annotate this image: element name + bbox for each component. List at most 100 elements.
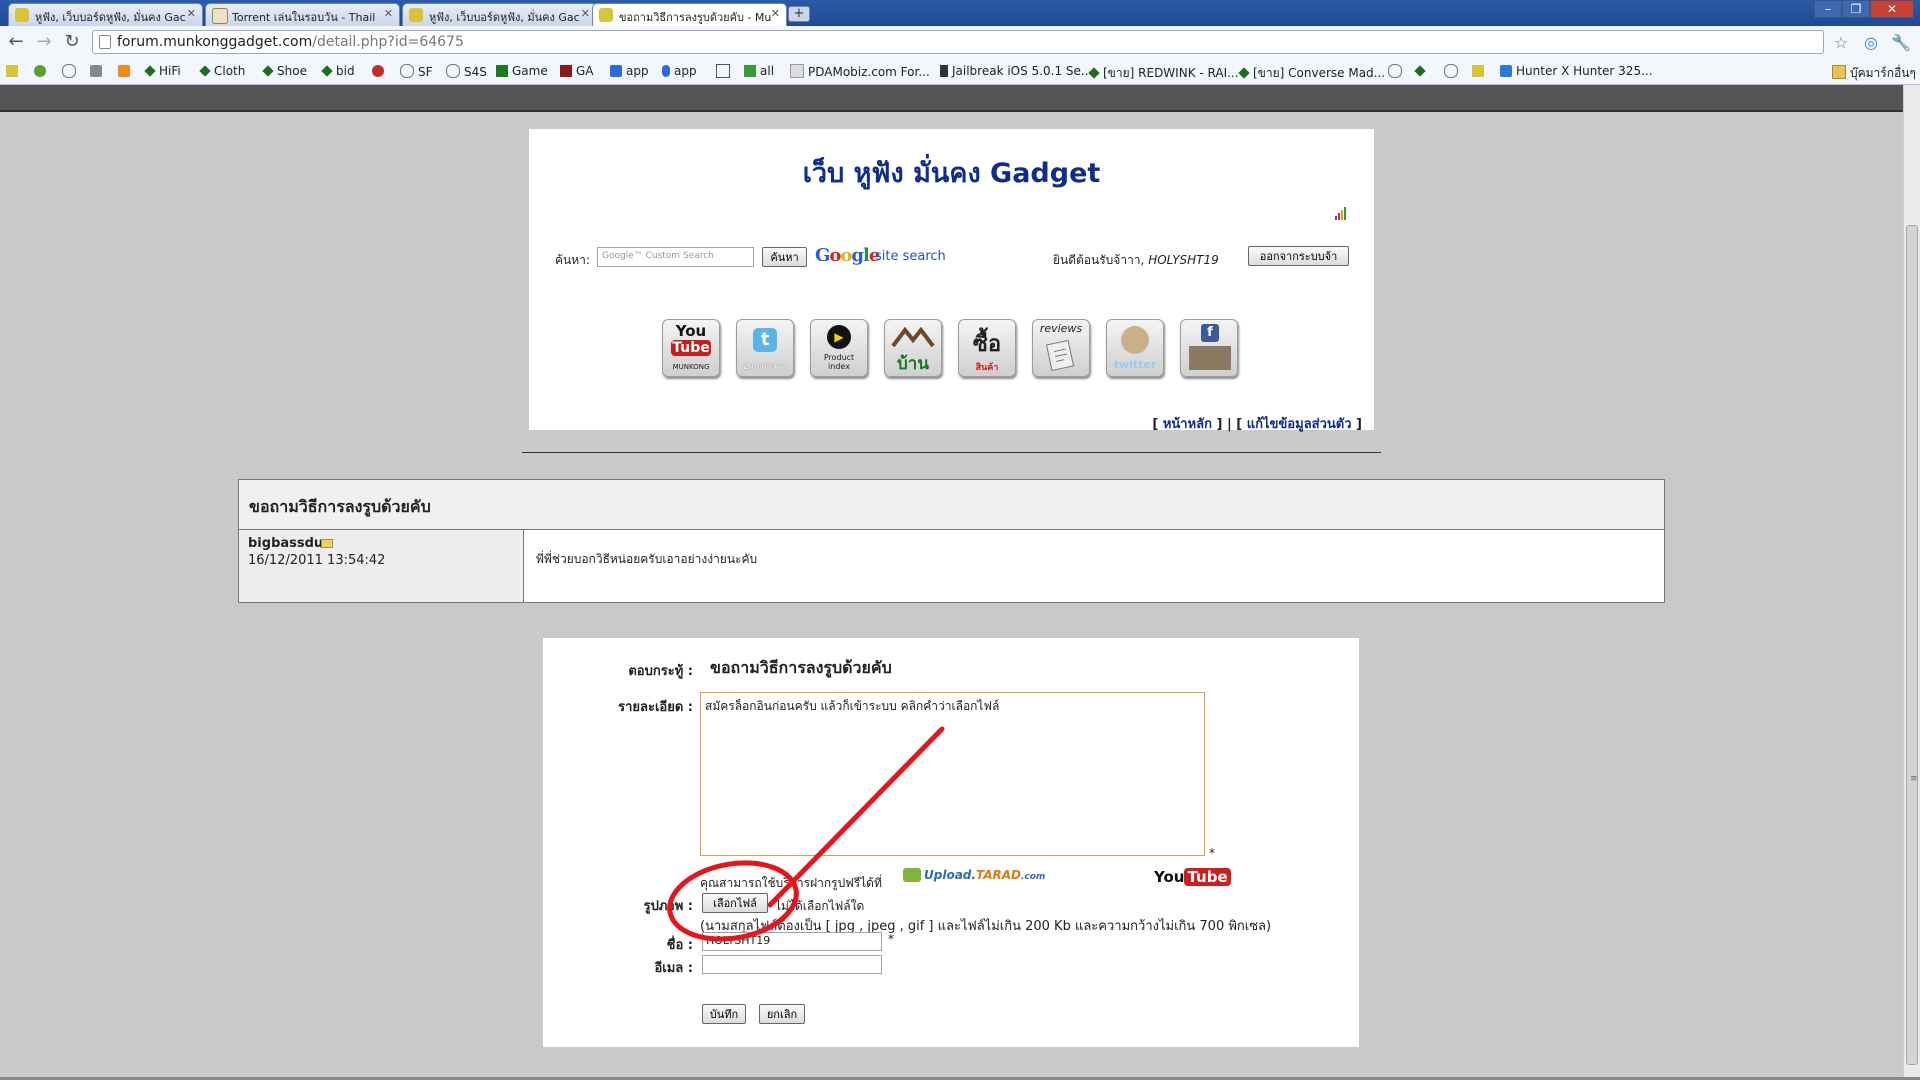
reply-topic-label: ตอบกระทู้ : (628, 664, 693, 679)
youtube-logo[interactable]: You Tube (1154, 868, 1231, 886)
bookmark-bid[interactable]: bid (321, 64, 355, 78)
name-input[interactable]: HOLYSHT19 (702, 932, 882, 951)
bookmark-sf[interactable]: SF (400, 64, 433, 79)
required-mark: * (1209, 846, 1215, 860)
file-status: ไม่ได้เลือกไฟล์ใด (775, 899, 865, 913)
site-favicon-icon (599, 8, 613, 22)
post-body: พี่พี่ช่วยบอกวิธีหน่อยครับเอาอย่างง่ายนะ… (536, 552, 758, 566)
upload-tarad-logo[interactable]: Upload.TARAD.com (903, 868, 1045, 882)
product-index-icon[interactable]: ▶ Product index (810, 319, 868, 377)
cancel-button[interactable]: ยกเลิก (759, 1004, 805, 1024)
bookmark-jailbreak[interactable]: Jailbreak iOS 5.0.1 Se... (940, 64, 1092, 78)
search-input[interactable]: Google™ Custom Search (597, 247, 754, 267)
tab-3[interactable]: หูฟัง, เว็บบอร์ดหูฟัง, มั่นคง Gac ✕ (402, 3, 597, 26)
reply-topic-value: ขอถามวิธีการลงรูบด้วยคับ (710, 658, 892, 677)
search-button[interactable]: ค้นหา (762, 247, 807, 267)
address-bar[interactable]: forum.munkonggadget.com/detail.php?id=64… (92, 30, 1824, 54)
divider (522, 452, 1381, 453)
bookmark-s4s[interactable]: S4S (446, 64, 487, 79)
tab-title: หูฟัง, เว็บบอร์ดหูฟัง, มั่นคง Gac (429, 11, 580, 24)
reply-form: ตอบกระทู้ : ขอถามวิธีการลงรูบด้วยคับ ราย… (543, 638, 1359, 1047)
youtube-munkong-icon[interactable]: You Tube MUNKONG (662, 319, 720, 377)
bookmark-icon[interactable] (716, 64, 734, 79)
scrollbar-thumb[interactable]: ≡ (1906, 225, 1918, 1065)
bookmark-pdamobiz[interactable]: PDAMobiz.com For... (790, 64, 930, 79)
bookmark-icon[interactable] (34, 64, 50, 78)
stats-icon[interactable] (1334, 207, 1346, 221)
site-search-text: site search (875, 249, 946, 264)
bookmark-shoe[interactable]: Shoe (262, 64, 307, 78)
page-content: เว็บ หูฟัง มั่นคง Gadget ค้นหา: Google™ … (0, 85, 1903, 1080)
reload-icon[interactable]: ↻ (62, 32, 82, 52)
tab-title: Torrent เล่นในรอบวัน - Thail (232, 11, 376, 24)
bookmark-icon[interactable] (1414, 64, 1429, 78)
topic-header: ขอถามวิธีการลงรูบด้วยคับ (239, 480, 1664, 530)
bookmark-converse[interactable]: [ขาย] Converse Mad... (1238, 64, 1385, 83)
bookmark-icon[interactable] (1472, 64, 1488, 78)
username: HOLYSHT19 (1148, 253, 1219, 267)
upload-service-note: คุณสามารถใช้บริการฝากรูปฟรีได้ที่ (700, 876, 882, 890)
close-tab-icon[interactable]: ✕ (384, 7, 393, 20)
buy-icon[interactable]: ซื้อ สินค้า (958, 319, 1016, 377)
tab-4-active[interactable]: ขอถามวิธีการลงรูบด้วยคับ - Mu ✕ (592, 3, 787, 26)
bookmark-cloth[interactable]: Cloth (199, 64, 245, 78)
detail-label: รายละเอียด : (618, 700, 693, 715)
bookmark-app[interactable]: app (662, 64, 697, 78)
bookmark-icon[interactable] (1388, 64, 1406, 79)
bookmark-icon[interactable] (62, 64, 80, 79)
bookmark-icon[interactable] (118, 64, 134, 78)
bookmark-ga[interactable]: GA (560, 64, 594, 78)
vertical-scrollbar[interactable]: ≡ (1903, 85, 1920, 1080)
extension-icon[interactable]: ◎ (1860, 32, 1882, 54)
home-icon[interactable]: บ้าน (884, 319, 942, 377)
header-links: [ หน้าหลัก ] | [ แก้ไขข้อมูลส่วนตัว ] (1152, 417, 1362, 432)
forward-icon[interactable]: → (34, 32, 54, 52)
mail-icon[interactable] (321, 539, 333, 548)
close-tab-icon[interactable]: ✕ (187, 7, 196, 20)
top-strip (0, 85, 1903, 112)
bookmark-icon[interactable] (6, 64, 22, 78)
edit-profile-link[interactable]: แก้ไขข้อมูลส่วนตัว (1247, 417, 1352, 432)
tab-title: หูฟัง, เว็บบอร์ดหูฟัง, มั่นคง Gac (35, 11, 186, 24)
detail-textarea[interactable]: สมัครล็อกอินก่อนครับ แล้วก็เข้าระบบ คลิก… (700, 692, 1205, 856)
tab-2[interactable]: Torrent เล่นในรอบวัน - Thail ✕ (205, 3, 400, 26)
bookmark-game[interactable]: Game (496, 64, 548, 78)
twitter-icon[interactable]: twitter (1106, 319, 1164, 377)
other-bookmarks[interactable]: บุ๊คมาร์กอื่นๆ (1832, 64, 1916, 83)
browser-toolbar: ← → ↻ forum.munkonggadget.com/detail.php… (0, 26, 1920, 61)
close-tab-icon[interactable]: ✕ (581, 7, 590, 20)
maximize-icon[interactable]: ❐ (1842, 0, 1870, 18)
post-date: 16/12/2011 13:54:42 (248, 553, 386, 568)
topic-box: ขอถามวิธีการลงรูบด้วยคับ bigbassdu 16/12… (238, 479, 1665, 603)
email-label: อีเมล : (654, 961, 693, 976)
logout-button[interactable]: ออกจากระบบจ้า (1248, 246, 1349, 266)
twitter-update-icon[interactable]: t อัพเดทสินค้า (736, 319, 794, 377)
bookmark-redwink[interactable]: [ขาย] REDWINK - RAI... (1088, 64, 1239, 83)
tab-bar: หูฟัง, เว็บบอร์ดหูฟัง, มั่นคง Gac ✕ Torr… (0, 0, 1920, 26)
close-window-icon[interactable]: ✕ (1870, 0, 1914, 18)
save-button[interactable]: บันทึก (702, 1004, 746, 1024)
email-input[interactable] (702, 955, 882, 974)
bookmark-all[interactable]: all (744, 64, 774, 78)
site-title: เว็บ หูฟัง มั่นคง Gadget (802, 158, 1101, 189)
bookmark-icon[interactable] (1444, 64, 1462, 79)
bookmark-app[interactable]: app (610, 64, 649, 78)
bookmark-star-icon[interactable]: ☆ (1830, 32, 1852, 54)
wrench-icon[interactable]: 🔧 (1890, 32, 1912, 54)
choose-file-button[interactable]: เลือกไฟล์ (702, 893, 768, 913)
bookmark-hifi[interactable]: HiFi (144, 64, 181, 78)
new-tab-button[interactable]: + (788, 6, 810, 22)
camera-icon (903, 868, 921, 882)
minimize-icon[interactable]: – (1814, 0, 1842, 18)
bookmark-hunter[interactable]: Hunter X Hunter 325... (1500, 64, 1653, 78)
back-icon[interactable]: ← (6, 32, 26, 52)
required-mark: * (888, 932, 894, 946)
tab-1[interactable]: หูฟัง, เว็บบอร์ดหูฟัง, มั่นคง Gac ✕ (8, 3, 203, 26)
bookmark-icon[interactable] (90, 64, 106, 78)
bookmark-icon[interactable] (372, 64, 388, 78)
facebook-icon[interactable]: f (1180, 319, 1238, 377)
close-tab-icon[interactable]: ✕ (771, 7, 780, 20)
reviews-icon[interactable]: reviews (1032, 319, 1090, 377)
author-name[interactable]: bigbassdu (248, 536, 323, 551)
home-link[interactable]: หน้าหลัก (1163, 417, 1212, 432)
